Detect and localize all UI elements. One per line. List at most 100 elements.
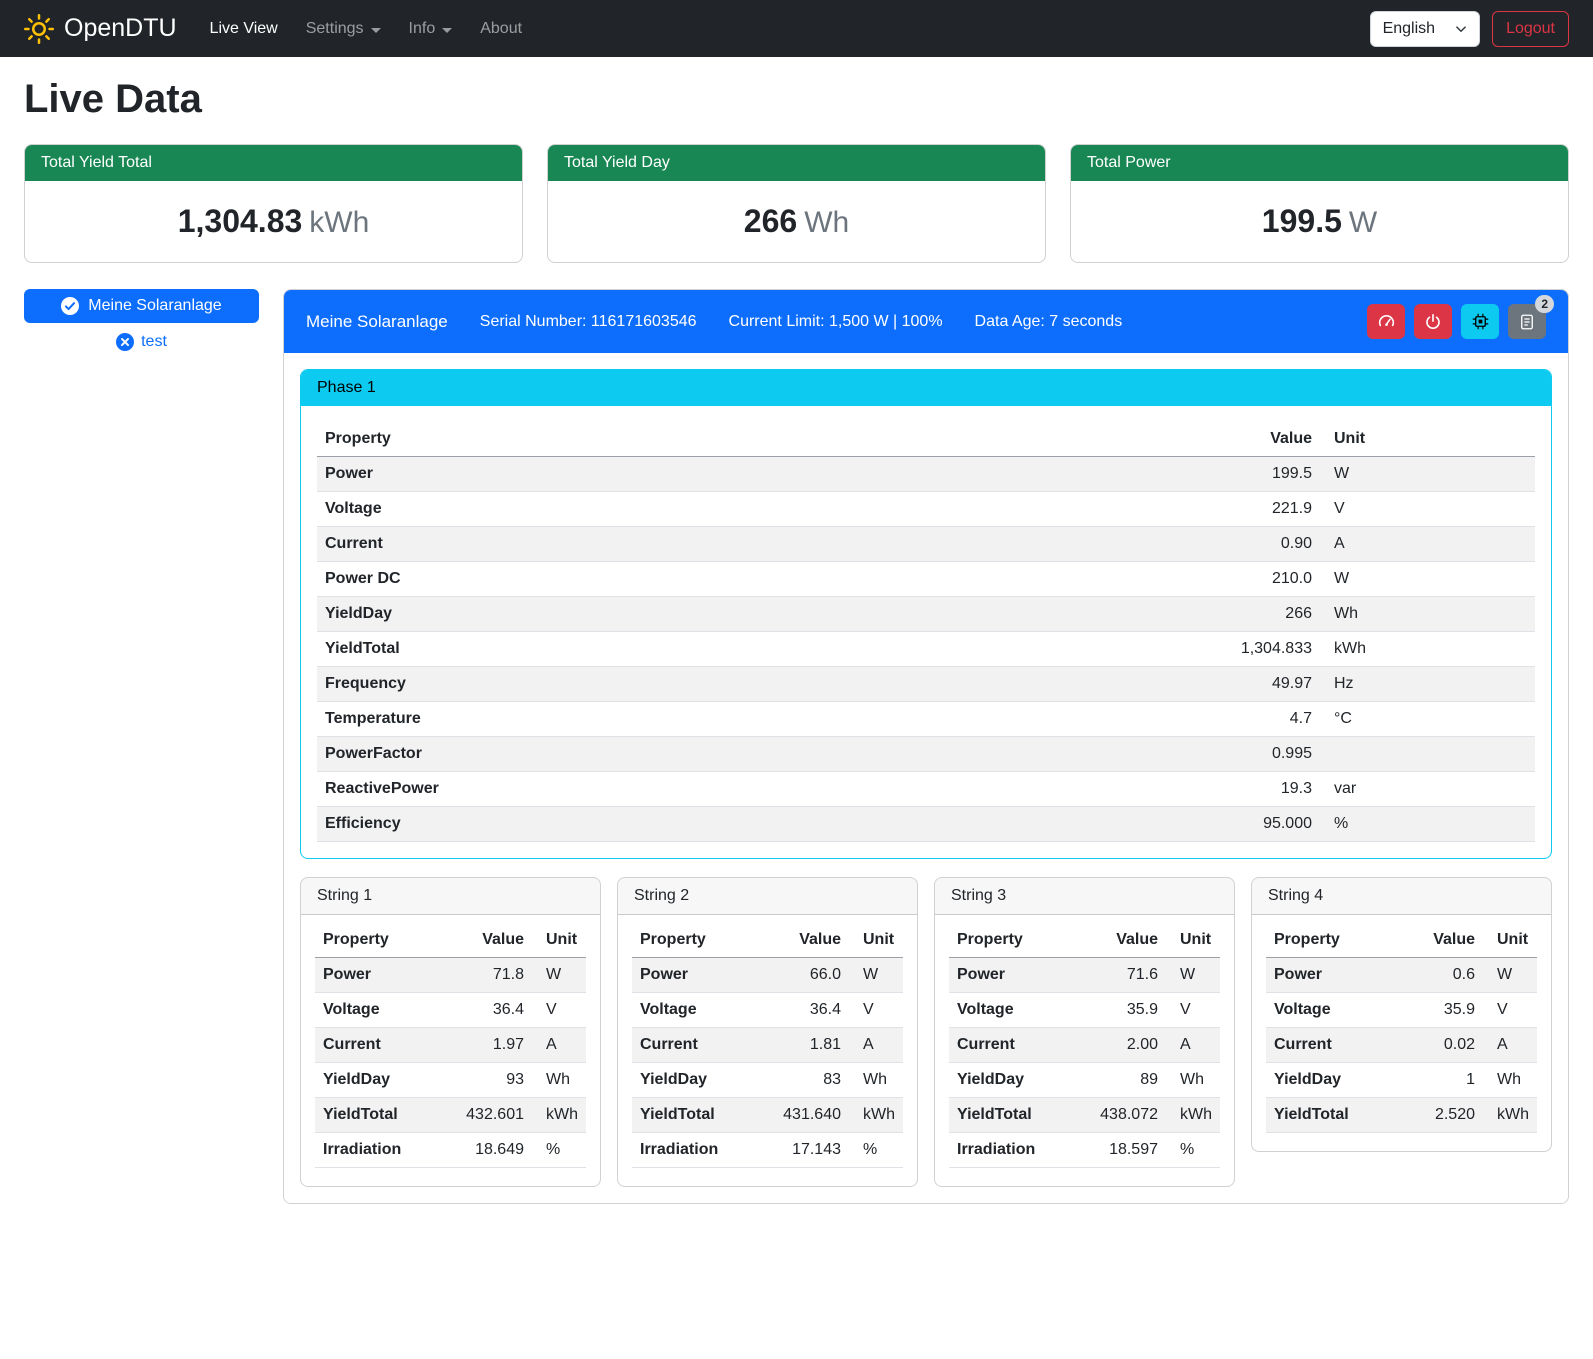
event-log-button[interactable]: 2 bbox=[1508, 304, 1546, 339]
top-navbar: OpenDTU Live View Settings Info About En… bbox=[0, 0, 1593, 57]
table-row: Current1.97A bbox=[315, 1028, 586, 1063]
unit-cell: Wh bbox=[1320, 597, 1535, 632]
table-row: Current2.00A bbox=[949, 1028, 1220, 1063]
value-cell: 1.97 bbox=[444, 1028, 532, 1063]
property-cell: Power bbox=[1266, 958, 1395, 993]
value-cell: 0.90 bbox=[1160, 527, 1320, 562]
nav-menu: Live View Settings Info About bbox=[197, 12, 1370, 46]
language-selector-value: English bbox=[1383, 20, 1435, 38]
check-circle-icon bbox=[61, 297, 79, 315]
gauge-icon bbox=[1377, 312, 1396, 331]
power-button[interactable] bbox=[1414, 304, 1452, 339]
unit-cell: V bbox=[532, 993, 586, 1028]
unit-cell: Wh bbox=[849, 1063, 903, 1098]
value-cell: 89 bbox=[1078, 1063, 1166, 1098]
limit-settings-button[interactable] bbox=[1367, 304, 1405, 339]
unit-cell: A bbox=[849, 1028, 903, 1063]
table-row: YieldTotal1,304.833kWh bbox=[317, 632, 1535, 667]
data-age: Data Age: 7 seconds bbox=[975, 313, 1123, 331]
table-row: YieldDay266Wh bbox=[317, 597, 1535, 632]
unit-header: Unit bbox=[1320, 422, 1535, 457]
value-cell: 93 bbox=[444, 1063, 532, 1098]
property-cell: Power bbox=[949, 958, 1078, 993]
table-header-row: Property Value Unit bbox=[632, 923, 903, 958]
string-title: String 3 bbox=[935, 878, 1234, 915]
value-cell: 1,304.833 bbox=[1160, 632, 1320, 667]
value-header: Value bbox=[1395, 923, 1483, 958]
table-row: Temperature4.7°C bbox=[317, 702, 1535, 737]
unit-cell: % bbox=[532, 1133, 586, 1168]
property-header: Property bbox=[949, 923, 1078, 958]
cpu-icon bbox=[1471, 312, 1490, 331]
nav-live-view[interactable]: Live View bbox=[197, 12, 291, 46]
property-cell: Power bbox=[315, 958, 444, 993]
table-header-row: Property Value Unit bbox=[317, 422, 1535, 457]
table-row: Irradiation18.649% bbox=[315, 1133, 586, 1168]
language-selector[interactable]: English bbox=[1370, 11, 1480, 47]
inverter-title: Meine Solaranlage bbox=[306, 312, 448, 332]
nav-about[interactable]: About bbox=[467, 12, 535, 46]
logout-button[interactable]: Logout bbox=[1492, 11, 1569, 47]
unit-cell: % bbox=[1320, 807, 1535, 842]
string-4-card: String 4 Property Value Unit bbox=[1251, 877, 1552, 1152]
brand-link[interactable]: OpenDTU bbox=[24, 14, 177, 44]
property-cell: Current bbox=[632, 1028, 761, 1063]
inverter-select-test[interactable]: test bbox=[116, 333, 167, 351]
value-cell: 18.597 bbox=[1078, 1133, 1166, 1168]
value-header: Value bbox=[444, 923, 532, 958]
property-header: Property bbox=[315, 923, 444, 958]
card-value: 266Wh bbox=[548, 181, 1045, 262]
unit-header: Unit bbox=[1483, 923, 1537, 958]
journal-icon bbox=[1518, 313, 1536, 331]
unit-cell: W bbox=[1166, 958, 1220, 993]
property-cell: Efficiency bbox=[317, 807, 1160, 842]
property-cell: YieldDay bbox=[315, 1063, 444, 1098]
table-row: Current0.90A bbox=[317, 527, 1535, 562]
unit-cell: V bbox=[1320, 492, 1535, 527]
string-table: Property Value Unit Power71.8W Voltage36… bbox=[315, 923, 586, 1168]
inverter-select-meine-solaranlage[interactable]: Meine Solaranlage bbox=[24, 289, 259, 323]
page-content: Live Data Total Yield Total 1,304.83kWh … bbox=[0, 57, 1593, 1228]
value-cell: 18.649 bbox=[444, 1133, 532, 1168]
unit-cell: kWh bbox=[1166, 1098, 1220, 1133]
unit-cell: kWh bbox=[849, 1098, 903, 1133]
unit-cell: W bbox=[532, 958, 586, 993]
value-cell: 36.4 bbox=[444, 993, 532, 1028]
property-cell: Irradiation bbox=[949, 1133, 1078, 1168]
card-value: 1,304.83kWh bbox=[25, 181, 522, 262]
property-cell: Current bbox=[949, 1028, 1078, 1063]
serial-number: Serial Number: 116171603546 bbox=[480, 313, 697, 331]
x-circle-icon bbox=[116, 333, 134, 351]
property-cell: Current bbox=[1266, 1028, 1395, 1063]
property-cell: YieldTotal bbox=[949, 1098, 1078, 1133]
device-info-button[interactable] bbox=[1461, 304, 1499, 339]
property-cell: PowerFactor bbox=[317, 737, 1160, 772]
unit-header: Unit bbox=[532, 923, 586, 958]
value-cell: 66.0 bbox=[761, 958, 849, 993]
unit-cell: A bbox=[1320, 527, 1535, 562]
table-row: Voltage35.9V bbox=[1266, 993, 1537, 1028]
unit-cell: A bbox=[1166, 1028, 1220, 1063]
string-title: String 4 bbox=[1252, 878, 1551, 915]
value-cell: 0.02 bbox=[1395, 1028, 1483, 1063]
property-cell: Temperature bbox=[317, 702, 1160, 737]
string-title: String 2 bbox=[618, 878, 917, 915]
string-2-card: String 2 Property Value Unit bbox=[617, 877, 918, 1187]
value-cell: 1 bbox=[1395, 1063, 1483, 1098]
unit-cell: Wh bbox=[1483, 1063, 1537, 1098]
property-header: Property bbox=[632, 923, 761, 958]
nav-info[interactable]: Info bbox=[396, 12, 466, 46]
table-row: Power71.6W bbox=[949, 958, 1220, 993]
value-cell: 0.995 bbox=[1160, 737, 1320, 772]
property-cell: Power bbox=[317, 457, 1160, 492]
string-1-card: String 1 Property Value Unit bbox=[300, 877, 601, 1187]
value-unit: kWh bbox=[309, 206, 369, 239]
unit-cell: V bbox=[849, 993, 903, 1028]
value-cell: 199.5 bbox=[1160, 457, 1320, 492]
string-body: Property Value Unit Power0.6W Voltage35.… bbox=[1252, 915, 1551, 1151]
inverter-name: Meine Solaranlage bbox=[88, 297, 221, 315]
value-number: 1,304.83 bbox=[178, 203, 303, 239]
inverter-actions: 2 bbox=[1367, 304, 1546, 339]
table-row: PowerFactor0.995 bbox=[317, 737, 1535, 772]
nav-settings[interactable]: Settings bbox=[293, 12, 394, 46]
